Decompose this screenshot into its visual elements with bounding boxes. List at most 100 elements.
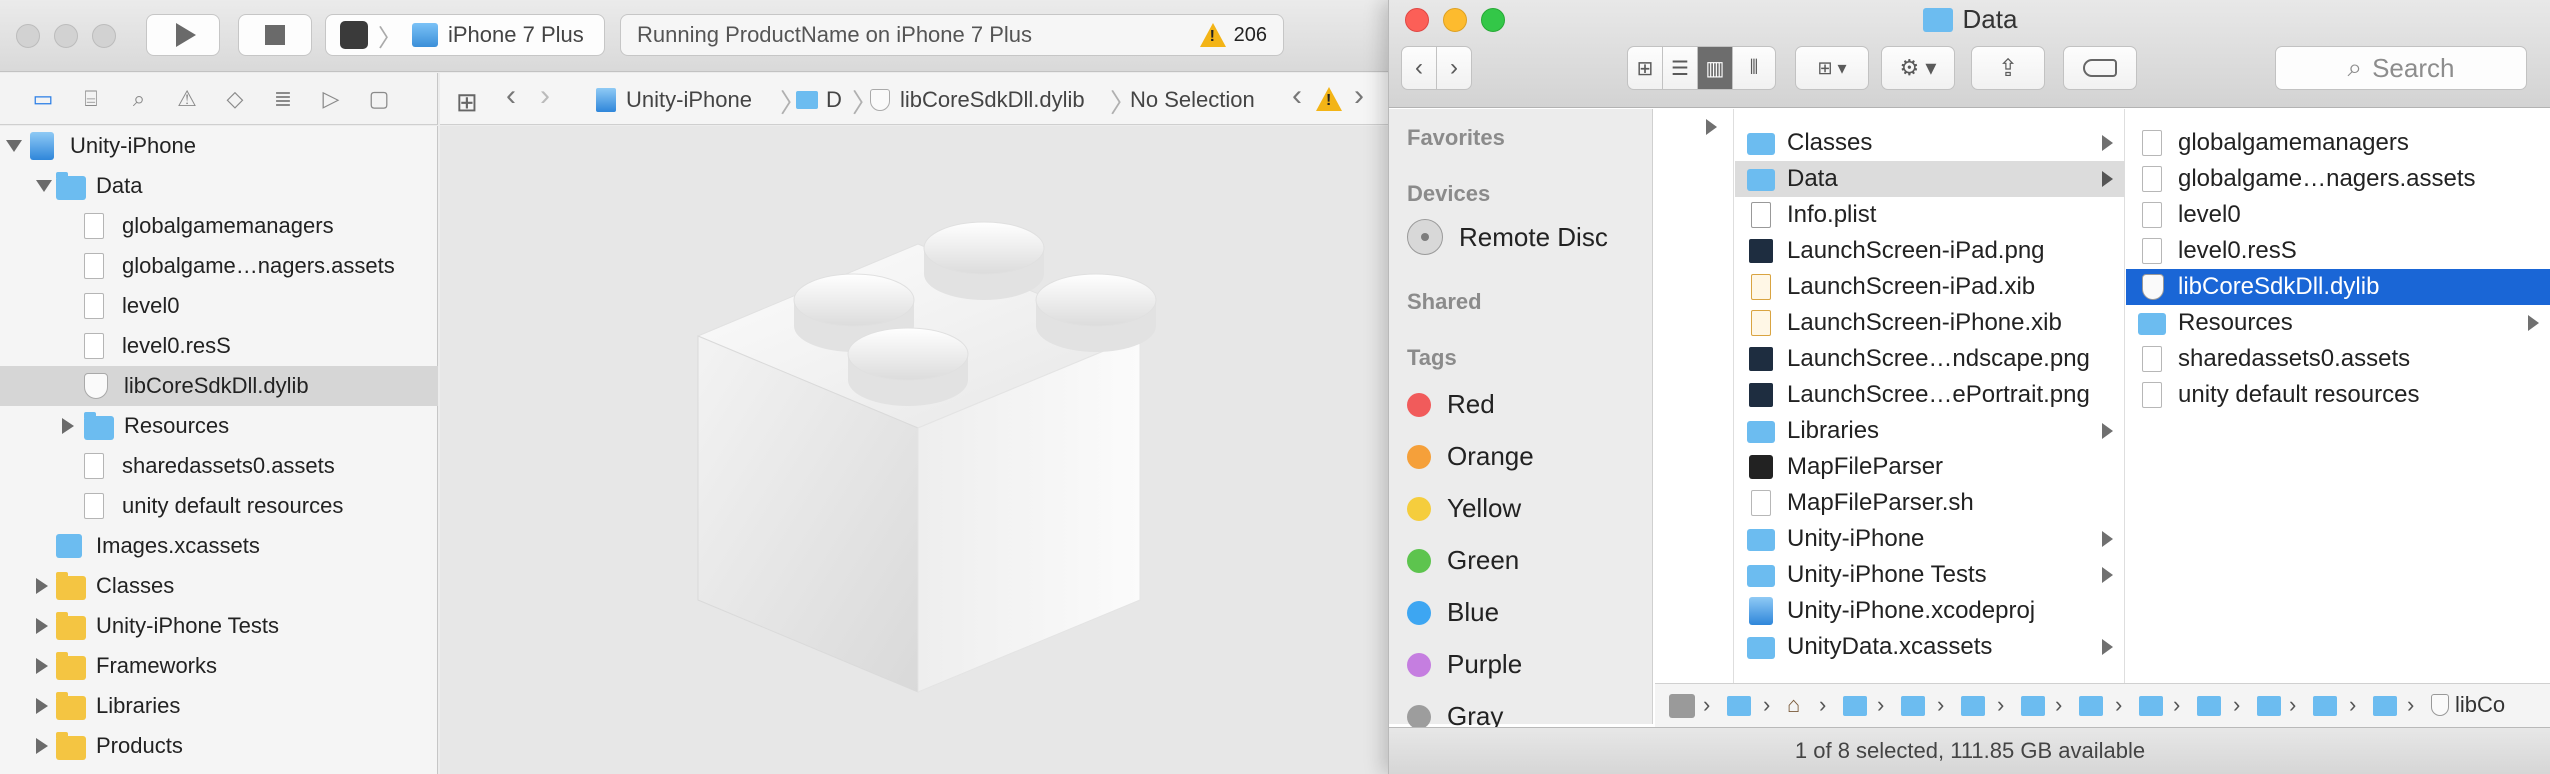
finder-item[interactable]: MapFileParser.sh <box>1735 485 2125 521</box>
disclosure-closed-icon[interactable] <box>36 738 48 754</box>
navigator-item[interactable]: libCoreSdkDll.dylib <box>0 366 438 406</box>
finder-item[interactable]: libCoreSdkDll.dylib <box>2126 269 2550 305</box>
related-items-grid-icon[interactable]: ⊞ <box>456 87 478 118</box>
navigator-item[interactable]: globalgame…nagers.assets <box>0 246 438 286</box>
symbol-navigator-icon[interactable]: ⌸ <box>78 86 104 111</box>
finder-item[interactable]: level0 <box>2126 197 2550 233</box>
forward-chevron-icon[interactable]: › <box>540 79 550 113</box>
finder-item[interactable]: LaunchScreen-iPad.png <box>1735 233 2125 269</box>
issue-navigator-warning-icon[interactable]: ⚠ <box>174 86 200 111</box>
minimize-button[interactable] <box>54 24 78 48</box>
disclosure-open-icon[interactable] <box>36 180 52 192</box>
finder-item[interactable]: Unity-iPhone.xcodeproj <box>1735 593 2125 629</box>
disclosure-closed-icon[interactable] <box>36 658 48 674</box>
hard-drive-icon[interactable] <box>1669 694 1695 718</box>
sidebar-tag-purple[interactable]: Purple <box>1407 649 1522 680</box>
sidebar-item-remote-disc[interactable]: Remote Disc <box>1407 219 1608 255</box>
report-navigator-icon[interactable]: ▢ <box>366 86 392 111</box>
folder-icon[interactable] <box>2257 696 2281 716</box>
jump-bar-selection[interactable]: No Selection <box>1130 87 1255 113</box>
warning-count-badge[interactable]: 206 <box>1199 23 1267 47</box>
navigator-item[interactable]: level0.resS <box>0 326 438 366</box>
zoom-button[interactable] <box>92 24 116 48</box>
finder-item[interactable]: LaunchScreen-iPhone.xib <box>1735 305 2125 341</box>
run-button[interactable] <box>146 14 220 56</box>
folder-icon[interactable] <box>2197 696 2221 716</box>
finder-item[interactable]: Resources <box>2126 305 2550 341</box>
finder-item[interactable]: Libraries <box>1735 413 2125 449</box>
navigator-item[interactable]: level0 <box>0 286 438 326</box>
finder-item[interactable]: LaunchScree…ePortrait.png <box>1735 377 2125 413</box>
icon-view-button[interactable]: ⊞ <box>1627 46 1663 90</box>
breakpoint-navigator-icon[interactable]: ▷ <box>318 86 344 111</box>
finder-item[interactable]: LaunchScreen-iPad.xib <box>1735 269 2125 305</box>
arrange-menu-button[interactable]: ⊞ ▾ <box>1795 46 1869 90</box>
back-chevron-icon[interactable]: ‹ <box>506 79 516 113</box>
finder-item[interactable]: globalgame…nagers.assets <box>2126 161 2550 197</box>
navigator-item[interactable]: Classes <box>0 566 438 606</box>
disclosure-open-icon[interactable] <box>6 140 22 152</box>
finder-item[interactable]: unity default resources <box>2126 377 2550 413</box>
finder-item[interactable]: globalgamemanagers <box>2126 125 2550 161</box>
folder-icon[interactable] <box>2079 696 2103 716</box>
stop-button[interactable] <box>238 14 312 56</box>
path-item-dylib[interactable]: libCo <box>2431 692 2505 718</box>
close-button[interactable] <box>16 24 40 48</box>
finder-item[interactable]: Data <box>1735 161 2125 197</box>
finder-item[interactable]: Classes <box>1735 125 2125 161</box>
share-button[interactable]: ⇪ <box>1971 46 2045 90</box>
navigator-item[interactable]: globalgamemanagers <box>0 206 438 246</box>
column-view-button[interactable]: ▥ <box>1697 46 1733 90</box>
navigator-item[interactable]: Libraries <box>0 686 438 726</box>
sidebar-tag-green[interactable]: Green <box>1407 545 1519 576</box>
disclosure-closed-icon[interactable] <box>62 418 74 434</box>
navigator-item[interactable]: sharedassets0.assets <box>0 446 438 486</box>
disclosure-closed-icon[interactable] <box>36 578 48 594</box>
issue-warning-icon[interactable] <box>1316 87 1342 111</box>
folder-icon[interactable] <box>1843 696 1867 716</box>
sidebar-tag-orange[interactable]: Orange <box>1407 441 1534 472</box>
action-gear-button[interactable]: ⚙ ▾ <box>1881 46 1955 90</box>
navigator-item[interactable]: Images.xcassets <box>0 526 438 566</box>
finder-item[interactable]: level0.resS <box>2126 233 2550 269</box>
folder-icon[interactable] <box>2373 696 2397 716</box>
finder-column-parent[interactable] <box>1654 109 1734 683</box>
project-navigator-folder-icon[interactable]: ▭ <box>30 86 56 111</box>
jump-bar-file[interactable]: libCoreSdkDll.dylib <box>870 87 1085 113</box>
previous-issue-chevron-icon[interactable]: ‹ <box>1292 79 1302 113</box>
find-navigator-search-icon[interactable]: ⌕ <box>126 86 152 111</box>
folder-icon[interactable] <box>2313 696 2337 716</box>
finder-item[interactable]: LaunchScree…ndscape.png <box>1735 341 2125 377</box>
debug-navigator-icon[interactable]: ≣ <box>270 86 296 111</box>
folder-icon[interactable] <box>2021 696 2045 716</box>
next-issue-chevron-icon[interactable]: › <box>1354 79 1364 113</box>
navigator-item[interactable]: Frameworks <box>0 646 438 686</box>
jump-bar-folder[interactable]: D <box>796 87 842 113</box>
test-navigator-diamond-icon[interactable]: ◇ <box>222 86 248 111</box>
folder-icon[interactable] <box>1961 696 1985 716</box>
sidebar-tag-yellow[interactable]: Yellow <box>1407 493 1521 524</box>
home-icon[interactable]: ⌂ <box>1787 692 1811 717</box>
finder-column-data[interactable]: globalgamemanagers globalgame…nagers.asse… <box>2126 109 2550 683</box>
sidebar-tag-red[interactable]: Red <box>1407 389 1495 420</box>
folder-icon[interactable] <box>1901 696 1925 716</box>
disclosure-closed-icon[interactable] <box>36 698 48 714</box>
folder-icon[interactable] <box>2139 696 2163 716</box>
scheme-selector[interactable]: 〉 iPhone 7 Plus <box>325 14 605 56</box>
navigator-item[interactable]: unity default resources <box>0 486 438 526</box>
tags-button[interactable] <box>2063 46 2137 90</box>
folder-icon[interactable] <box>1727 696 1751 716</box>
navigator-item[interactable]: Data <box>0 166 438 206</box>
jump-bar-project[interactable]: Unity-iPhone <box>596 87 752 113</box>
search-field[interactable]: ⌕ Search <box>2275 46 2527 90</box>
finder-item[interactable]: MapFileParser <box>1735 449 2125 485</box>
finder-item[interactable]: Unity-iPhone Tests <box>1735 557 2125 593</box>
navigator-item[interactable]: Unity-iPhone <box>0 126 438 166</box>
navigator-item[interactable]: Resources <box>0 406 438 446</box>
finder-column-project[interactable]: Classes Data Info.plist LaunchScreen-iPad.p… <box>1735 109 2125 683</box>
back-button[interactable]: ‹ <box>1401 46 1437 90</box>
finder-item[interactable]: Unity-iPhone <box>1735 521 2125 557</box>
navigator-item[interactable]: Products <box>0 726 438 766</box>
forward-button[interactable]: › <box>1436 46 1472 90</box>
finder-item[interactable]: UnityData.xcassets <box>1735 629 2125 665</box>
